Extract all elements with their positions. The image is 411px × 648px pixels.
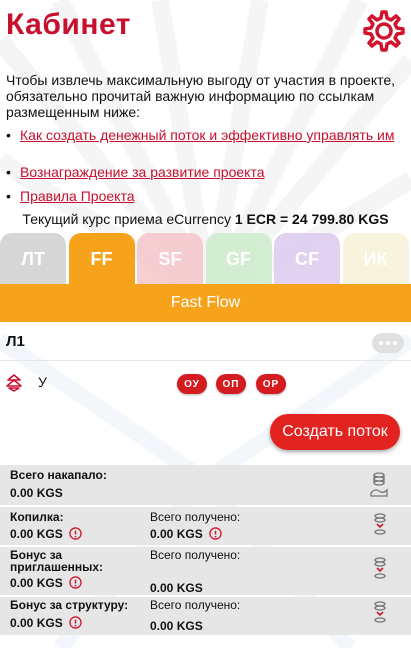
page-title: Кабинет bbox=[6, 8, 131, 41]
stat-total-label: Всего накапало: bbox=[10, 468, 107, 482]
tab-ik[interactable]: ИК bbox=[342, 233, 409, 285]
level-label: Л1 bbox=[6, 333, 25, 350]
stat-piggy-received-value: 0.00 KGS bbox=[150, 527, 203, 541]
stat-piggy: Копилка: 0.00 KGS Всего получено: 0.00 K… bbox=[0, 507, 411, 545]
more-horizontal-icon[interactable] bbox=[372, 333, 404, 353]
stat-structure-received-label: Всего получено: bbox=[150, 598, 241, 612]
coins-transfer-icon[interactable] bbox=[371, 557, 389, 581]
tab-lt[interactable]: ЛТ bbox=[0, 233, 66, 285]
stat-total: Всего накапало: 0.00 KGS bbox=[0, 465, 411, 505]
tab-gf[interactable]: GF bbox=[205, 233, 272, 285]
info-icon[interactable] bbox=[69, 616, 82, 629]
link-item-rules: • Правила Проекта bbox=[6, 188, 406, 204]
stat-structure: Бонус за структуру: 0.00 KGS Всего получ… bbox=[0, 597, 411, 635]
bullet: • bbox=[6, 188, 11, 204]
tab-cf[interactable]: CF bbox=[274, 233, 340, 285]
link-rules[interactable]: Правила Проекта bbox=[20, 188, 134, 204]
stat-invited-value: 0.00 KGS bbox=[10, 576, 63, 590]
stat-invited-received-value: 0.00 KGS bbox=[150, 581, 203, 595]
stat-piggy-value: 0.00 KGS bbox=[10, 527, 63, 541]
coins-transfer-icon[interactable] bbox=[371, 513, 389, 537]
flow-title-band: Fast Flow bbox=[0, 284, 411, 322]
pill-ou[interactable]: ОУ bbox=[177, 374, 207, 394]
stat-invited-value-wrap: 0.00 KGS bbox=[10, 576, 82, 590]
bullet: • bbox=[6, 164, 11, 180]
info-icon[interactable] bbox=[69, 576, 82, 589]
stat-total-value: 0.00 KGS bbox=[10, 486, 63, 500]
stat-structure-value: 0.00 KGS bbox=[10, 616, 63, 630]
bullet: • bbox=[6, 127, 11, 143]
tab-ff[interactable]: FF bbox=[68, 233, 135, 285]
pill-op[interactable]: ОП bbox=[216, 374, 246, 394]
stat-invited-received-label: Всего получено: bbox=[150, 548, 241, 562]
gear-icon[interactable] bbox=[362, 9, 406, 53]
info-icon[interactable] bbox=[209, 527, 222, 540]
rate-value: 1 ECR = 24 799.80 KGS bbox=[234, 211, 389, 227]
tree-icon[interactable] bbox=[6, 374, 22, 392]
rate-prefix: Текущий курс приема eCurrency bbox=[22, 211, 231, 227]
stat-structure-value-wrap: 0.00 KGS bbox=[10, 616, 82, 630]
stat-piggy-received-wrap: 0.00 KGS bbox=[150, 527, 222, 541]
stat-piggy-label: Копилка: bbox=[10, 510, 64, 524]
stat-structure-label: Бонус за структуру: bbox=[10, 598, 129, 612]
info-icon[interactable] bbox=[69, 527, 82, 540]
stat-invited: Бонус за приглашенных: 0.00 KGS Всего по… bbox=[0, 547, 411, 595]
intro-text: Чтобы извлечь максимальную выгоду от уча… bbox=[6, 72, 396, 120]
create-flow-button[interactable]: Создать поток bbox=[270, 414, 400, 450]
coins-hand-icon[interactable] bbox=[369, 471, 389, 499]
stat-structure-received-value: 0.00 KGS bbox=[150, 619, 203, 633]
link-reward[interactable]: Вознаграждение за развитие проекта bbox=[20, 164, 265, 180]
tab-sf[interactable]: SF bbox=[137, 233, 203, 285]
stat-invited-label-2: приглашенных: bbox=[10, 560, 104, 574]
stat-piggy-value-wrap: 0.00 KGS bbox=[10, 527, 82, 541]
pill-or[interactable]: ОР bbox=[256, 374, 286, 394]
link-flow-guide[interactable]: Как создать денежный поток и эффективно … bbox=[20, 127, 395, 143]
divider bbox=[0, 360, 411, 361]
coins-transfer-icon[interactable] bbox=[371, 601, 389, 625]
link-item-reward: • Вознаграждение за развитие проекта bbox=[6, 164, 406, 180]
flow-tabs: ЛТ FF SF GF CF ИК bbox=[0, 233, 411, 285]
user-label: У bbox=[38, 374, 47, 390]
exchange-rate: Текущий курс приема eCurrency 1 ECR = 24… bbox=[0, 211, 411, 227]
link-item-flow-guide: • Как создать денежный поток и эффективн… bbox=[6, 127, 406, 143]
stat-piggy-received-label: Всего получено: bbox=[150, 510, 241, 524]
